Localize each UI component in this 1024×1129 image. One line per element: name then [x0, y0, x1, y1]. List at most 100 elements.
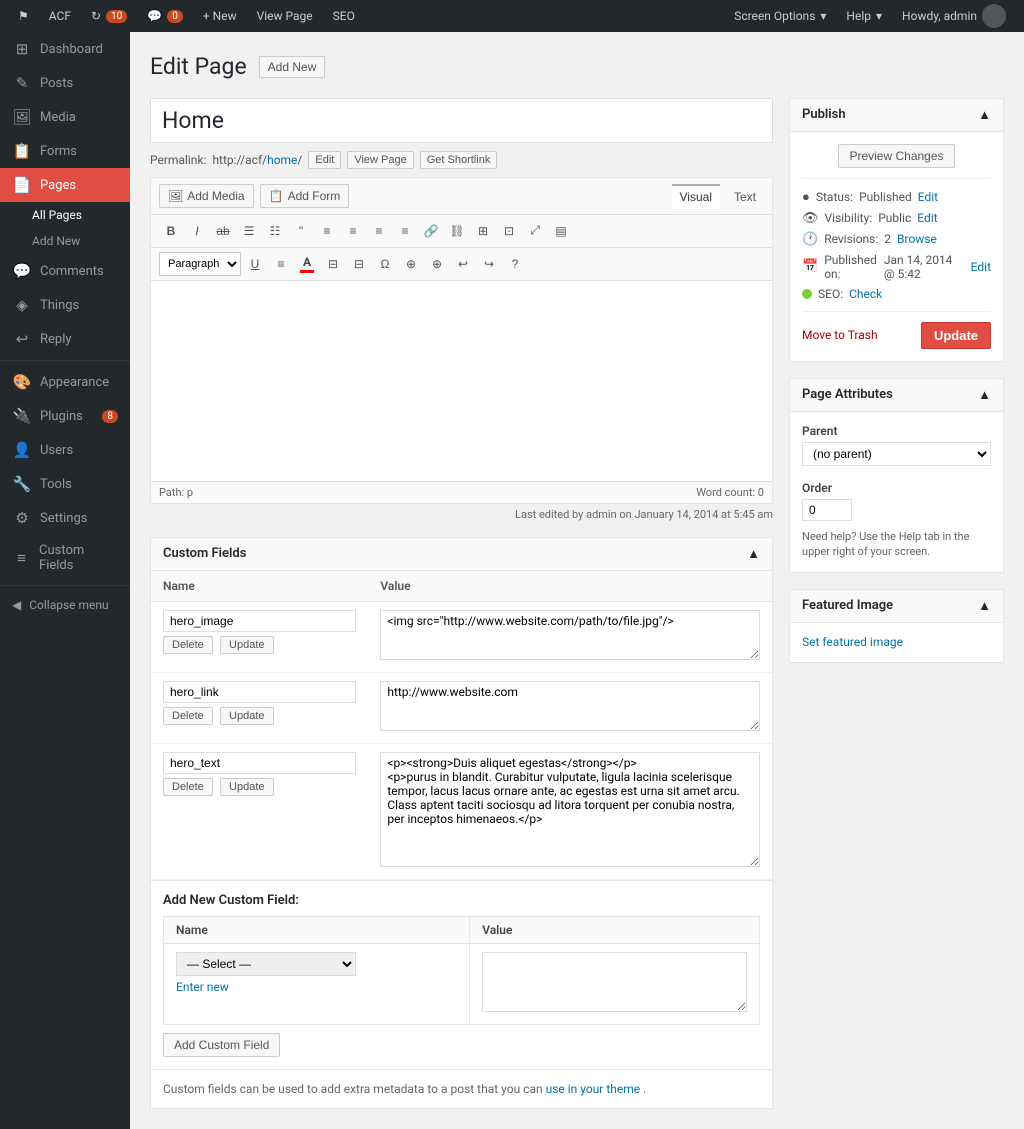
- submenu-add-new[interactable]: Add New: [0, 228, 130, 254]
- indent-button[interactable]: ⊕: [399, 252, 423, 276]
- cf-name-input-0[interactable]: [163, 610, 356, 632]
- move-to-trash-link[interactable]: Move to Trash: [802, 328, 878, 342]
- full-screen-button[interactable]: ⤢: [523, 219, 547, 243]
- preview-changes-button[interactable]: Preview Changes: [838, 144, 954, 168]
- paste-text-button[interactable]: ⊟: [347, 252, 371, 276]
- sidebar-item-users[interactable]: 👤 Users: [0, 433, 130, 467]
- cf-theme-link[interactable]: use in your theme: [546, 1082, 641, 1096]
- align-justify-button[interactable]: ≡: [393, 219, 417, 243]
- howdy-menu[interactable]: Howdy, admin: [892, 0, 1016, 32]
- comments-menu-item[interactable]: 💬 0: [137, 0, 193, 32]
- cf-value-textarea-0[interactable]: <img src="http://www.website.com/path/to…: [380, 610, 760, 660]
- sidebar-item-posts[interactable]: ✎ Posts: [0, 66, 130, 100]
- text-color-button[interactable]: A: [295, 252, 319, 276]
- wp-logo-btn[interactable]: ⚑: [8, 0, 39, 32]
- cf-value-textarea-1[interactable]: http://www.website.com: [380, 681, 760, 731]
- screen-options-btn[interactable]: Screen Options ▾: [724, 0, 836, 32]
- add-form-button[interactable]: 📋 Add Form: [260, 184, 350, 208]
- undo-button[interactable]: ↩: [451, 252, 475, 276]
- sidebar-item-forms[interactable]: 📋 Forms: [0, 134, 130, 168]
- ol-button[interactable]: ☷: [263, 219, 287, 243]
- outdent-button[interactable]: ⊕: [425, 252, 449, 276]
- order-input[interactable]: [802, 499, 852, 521]
- featured-image-header[interactable]: Featured Image ▲: [790, 590, 1003, 623]
- parent-select[interactable]: (no parent): [802, 442, 991, 466]
- get-shortlink-button[interactable]: Get Shortlink: [420, 151, 498, 169]
- sidebar-item-things[interactable]: ◈ Things: [0, 288, 130, 322]
- insert-more-button[interactable]: ⊞: [471, 219, 495, 243]
- cf-delete-btn-2[interactable]: Delete: [163, 778, 213, 796]
- sidebar-item-pages[interactable]: 📄 Pages: [0, 168, 130, 202]
- sidebar-item-appearance[interactable]: 🎨 Appearance: [0, 365, 130, 399]
- seo-check-link[interactable]: Check: [849, 287, 882, 301]
- sidebar-item-plugins[interactable]: 🔌 Plugins 8: [0, 399, 130, 433]
- updates-menu-item[interactable]: ↻ 10: [81, 0, 137, 32]
- submenu-all-pages[interactable]: All Pages: [0, 202, 130, 228]
- blockquote-button[interactable]: ": [289, 219, 313, 243]
- view-page-menu-item[interactable]: View Page: [247, 0, 323, 32]
- cf-delete-btn-1[interactable]: Delete: [163, 707, 213, 725]
- collapse-menu-btn[interactable]: ◀ Collapse menu: [0, 590, 130, 620]
- align-right-button[interactable]: ≡: [367, 219, 391, 243]
- custom-fields-header[interactable]: Custom Fields ▲: [151, 538, 772, 571]
- view-page-button[interactable]: View Page: [347, 151, 413, 169]
- text-tab[interactable]: Text: [726, 184, 764, 208]
- show-toolbar-button[interactable]: ▤: [549, 219, 573, 243]
- acf-menu-item[interactable]: ACF: [39, 0, 81, 32]
- italic-button[interactable]: I: [185, 219, 209, 243]
- redo-button[interactable]: ↪: [477, 252, 501, 276]
- add-media-button[interactable]: 🖼 Add Media: [159, 184, 254, 208]
- cf-value-textarea-2[interactable]: <p><strong>Duis aliquet egestas</strong>…: [380, 752, 760, 867]
- strikethrough-button[interactable]: ab: [211, 219, 235, 243]
- update-button[interactable]: Update: [921, 322, 991, 349]
- new-cf-value-input[interactable]: [482, 952, 747, 1012]
- justify-button[interactable]: ≡: [269, 252, 293, 276]
- cf-update-btn-0[interactable]: Update: [220, 636, 273, 654]
- align-center-button[interactable]: ≡: [341, 219, 365, 243]
- visual-tab[interactable]: Visual: [672, 184, 720, 209]
- seo-menu-item[interactable]: SEO: [323, 0, 365, 32]
- sidebar-item-dashboard[interactable]: ⊞ Dashboard: [0, 32, 130, 66]
- publish-panel-header[interactable]: Publish ▲: [790, 99, 1003, 132]
- special-char-button[interactable]: Ω: [373, 252, 397, 276]
- link-button[interactable]: 🔗: [419, 219, 443, 243]
- cf-update-btn-1[interactable]: Update: [220, 707, 273, 725]
- insert-page-break-button[interactable]: ⊡: [497, 219, 521, 243]
- sidebar-panels: Publish ▲ Preview Changes ● Status: Publ…: [789, 98, 1004, 679]
- sidebar-item-media[interactable]: 🖼 Media: [0, 100, 130, 134]
- sidebar-item-custom-fields[interactable]: ≡ Custom Fields: [0, 535, 130, 581]
- underline-button[interactable]: U: [243, 252, 267, 276]
- sidebar-item-reply[interactable]: ↩ Reply: [0, 322, 130, 356]
- enter-new-link[interactable]: Enter new: [176, 980, 457, 994]
- cf-delete-btn-0[interactable]: Delete: [163, 636, 213, 654]
- unlink-button[interactable]: ⛓: [445, 219, 469, 243]
- sidebar-item-comments[interactable]: 💬 Comments: [0, 254, 130, 288]
- format-select[interactable]: Paragraph Heading 1 Heading 2: [159, 252, 241, 276]
- status-edit-link[interactable]: Edit: [918, 190, 938, 204]
- permalink-edit-button[interactable]: Edit: [308, 151, 341, 169]
- cf-name-input-2[interactable]: [163, 752, 356, 774]
- help-toolbar-button[interactable]: ?: [503, 252, 527, 276]
- paste-button[interactable]: ⊟: [321, 252, 345, 276]
- new-menu-item[interactable]: + New: [193, 0, 247, 32]
- ul-button[interactable]: ☰: [237, 219, 261, 243]
- post-title-input[interactable]: [150, 98, 773, 143]
- published-edit-link[interactable]: Edit: [971, 260, 991, 274]
- set-featured-image-link[interactable]: Set featured image: [802, 635, 903, 649]
- page-attributes-header[interactable]: Page Attributes ▲: [790, 379, 1003, 412]
- help-btn[interactable]: Help ▾: [836, 0, 892, 32]
- permalink-slug[interactable]: home: [267, 153, 297, 167]
- cf-name-select[interactable]: — Select —: [176, 952, 356, 976]
- cf-update-btn-2[interactable]: Update: [220, 778, 273, 796]
- revisions-browse-link[interactable]: Browse: [897, 232, 937, 246]
- align-left-button[interactable]: ≡: [315, 219, 339, 243]
- sidebar-item-settings[interactable]: ⚙ Settings: [0, 501, 130, 535]
- add-new-header-button[interactable]: Add New: [259, 56, 326, 78]
- visibility-edit-link[interactable]: Edit: [917, 211, 937, 225]
- sidebar-item-tools[interactable]: 🔧 Tools: [0, 467, 130, 501]
- editor-body[interactable]: [151, 281, 772, 481]
- new-cf-name-header: Name: [164, 916, 470, 943]
- cf-name-input-1[interactable]: [163, 681, 356, 703]
- add-custom-field-button[interactable]: Add Custom Field: [163, 1033, 280, 1057]
- bold-button[interactable]: B: [159, 219, 183, 243]
